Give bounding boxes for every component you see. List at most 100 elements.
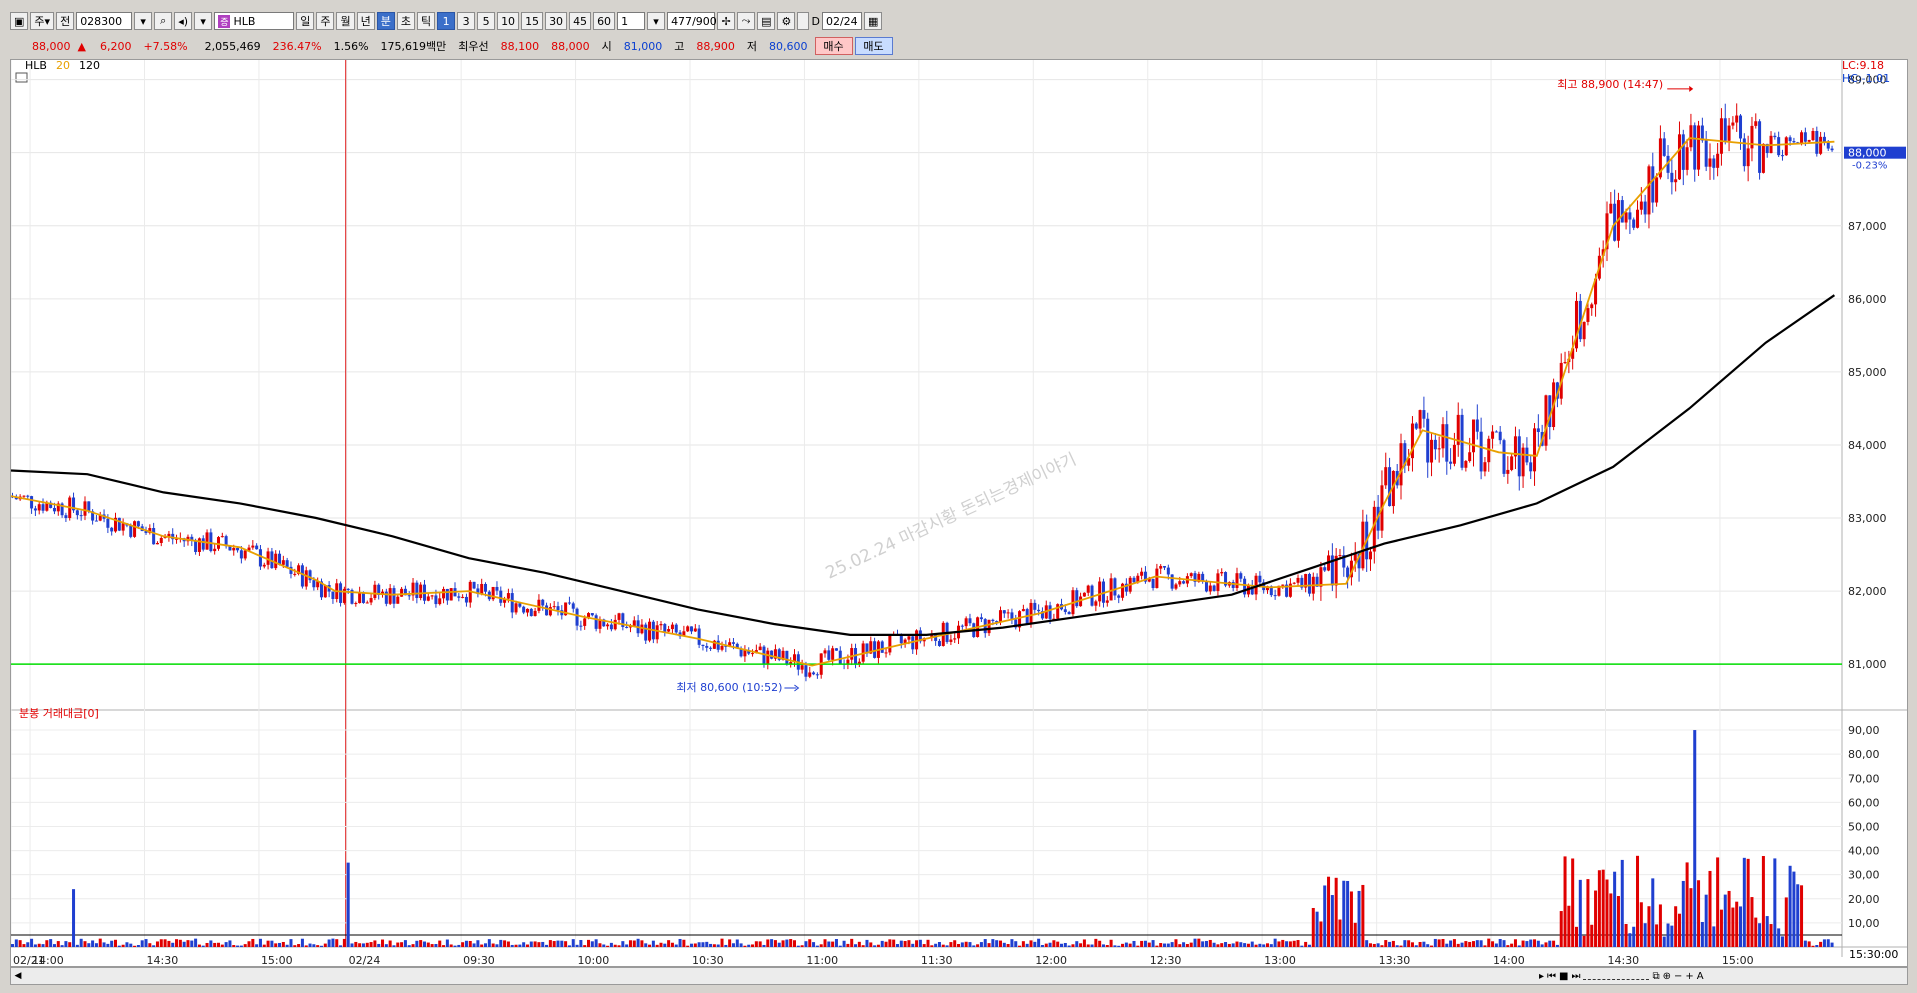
volume-bar xyxy=(1712,926,1716,947)
sell-button[interactable]: 매도 xyxy=(854,37,893,55)
volume-bar xyxy=(1792,871,1796,947)
volume-bar xyxy=(1758,923,1762,947)
sound-icon[interactable]: ◂) xyxy=(174,12,193,30)
interval-30[interactable]: 30 xyxy=(545,12,568,30)
volume-bar xyxy=(453,945,457,947)
time-tick-label: 14:30 xyxy=(1607,954,1639,966)
volume-bar xyxy=(129,943,133,947)
stock-code-input[interactable]: 028300 xyxy=(76,12,133,30)
calendar-icon[interactable]: ▦ xyxy=(863,12,883,30)
price-chart-svg[interactable]: 89,00088,00087,00086,00085,00084,00083,0… xyxy=(11,60,1907,966)
volume-bar xyxy=(26,942,30,947)
volume-bar xyxy=(1082,939,1086,947)
zoom-out-icon[interactable]: − xyxy=(1674,971,1682,982)
interval-1[interactable]: 1 xyxy=(437,12,456,30)
candle-body xyxy=(1697,125,1701,170)
buy-button[interactable]: 매수 xyxy=(814,37,853,55)
candle-body xyxy=(1117,595,1121,598)
rewind-icon[interactable]: ⏮ xyxy=(1547,971,1556,982)
volume-bar xyxy=(335,939,339,947)
candle-body xyxy=(1761,143,1765,173)
candle-body xyxy=(220,536,224,538)
volume-bar xyxy=(957,943,961,947)
chevron-down-icon[interactable]: ▾ xyxy=(194,12,213,30)
interval-15[interactable]: 15 xyxy=(521,12,544,30)
forward-icon[interactable]: ⏭ xyxy=(1571,971,1580,982)
font-size-icon[interactable]: A xyxy=(1697,971,1704,982)
chart-panel[interactable]: 89,00088,00087,00086,00085,00084,00083,0… xyxy=(10,59,1908,967)
chart-scrollbar[interactable]: ◀ ▸ ⏮ ■ ⏭ ⧉ ⊕ − + A xyxy=(10,967,1908,985)
layout-icon[interactable]: ▣ xyxy=(10,12,29,30)
layout-split-icon[interactable]: ⧉ xyxy=(1652,971,1659,982)
bars-field[interactable]: 477/900 xyxy=(667,12,717,30)
candle-body xyxy=(937,640,941,646)
time-tick-label: 11:00 xyxy=(806,954,838,966)
tab-minute[interactable]: 분 xyxy=(376,12,395,30)
volume-bar xyxy=(102,942,106,947)
gear-icon[interactable]: ⚙ xyxy=(777,12,796,30)
interval-60[interactable]: 60 xyxy=(593,12,616,30)
volume-bar xyxy=(1094,938,1098,947)
save-icon[interactable]: ▤ xyxy=(757,12,776,30)
tab-week[interactable]: 주 xyxy=(316,12,335,30)
date-input[interactable]: 02/24 xyxy=(821,12,862,30)
volume-bar xyxy=(1269,944,1273,947)
step-right-icon[interactable]: ▸ xyxy=(1539,971,1544,982)
tab-month[interactable]: 월 xyxy=(336,12,355,30)
candle-body xyxy=(1430,439,1434,463)
zoom-icon[interactable]: ⊕ xyxy=(1663,971,1671,982)
candle-body xyxy=(1800,132,1804,144)
volume-bar xyxy=(239,945,243,947)
volume-bar xyxy=(739,943,743,947)
period-type-select[interactable]: 주 ▾ xyxy=(30,12,55,30)
volume-bar xyxy=(1430,945,1434,947)
candle-body xyxy=(609,624,613,630)
count-input[interactable]: 1 xyxy=(617,12,646,30)
playback-slider[interactable] xyxy=(1583,973,1650,980)
volume-bar xyxy=(449,944,453,947)
volume-bar xyxy=(1208,939,1212,947)
volume-bar xyxy=(800,945,804,947)
count-dropdown-icon[interactable]: ▾ xyxy=(647,12,666,30)
dropdown-icon[interactable]: ▾ xyxy=(134,12,153,30)
volume-bar xyxy=(125,942,129,947)
candle-body xyxy=(1807,140,1811,142)
stock-name-field[interactable]: 증 HLB xyxy=(214,12,295,30)
compare-icon[interactable]: ⤳ xyxy=(737,12,756,30)
volume-bar xyxy=(1742,857,1746,947)
candle-body xyxy=(575,608,579,626)
volume-bar xyxy=(1224,942,1228,947)
ref-button[interactable]: 전 xyxy=(56,12,75,30)
search-icon[interactable]: ⌕ xyxy=(154,12,173,30)
date-checkbox[interactable] xyxy=(797,12,810,30)
volume-bar xyxy=(1624,923,1628,947)
stop-icon[interactable]: ■ xyxy=(1559,971,1568,982)
volume-bar xyxy=(175,939,179,947)
tab-day[interactable]: 일 xyxy=(296,12,315,30)
volume-bar xyxy=(91,940,95,947)
volume-bar xyxy=(632,940,636,947)
interval-3[interactable]: 3 xyxy=(457,12,476,30)
tab-second[interactable]: 초 xyxy=(396,12,415,30)
tab-year[interactable]: 년 xyxy=(356,12,375,30)
volume-bar xyxy=(644,943,648,947)
interval-45[interactable]: 45 xyxy=(569,12,592,30)
time-tick-label: 12:30 xyxy=(1150,954,1182,966)
interval-5[interactable]: 5 xyxy=(477,12,496,30)
volume-tick-label: 40,00 xyxy=(1848,845,1880,858)
candle-body xyxy=(1784,137,1788,156)
scroll-left-icon[interactable]: ◀ xyxy=(11,968,25,984)
tab-tick[interactable]: 틱 xyxy=(416,12,436,30)
candle-body xyxy=(522,606,526,613)
volume-bar xyxy=(1693,730,1697,947)
candle-body xyxy=(1159,566,1163,569)
volume-bar xyxy=(1056,941,1060,947)
candle-body xyxy=(213,548,217,552)
crosshair-icon[interactable]: ✢ xyxy=(717,12,736,30)
zoom-in-icon[interactable]: + xyxy=(1685,971,1693,982)
volume-bar xyxy=(541,941,545,947)
interval-10[interactable]: 10 xyxy=(497,12,520,30)
volume-bar xyxy=(686,945,690,947)
volume-bar xyxy=(1212,942,1216,947)
candle-body xyxy=(1544,395,1548,446)
